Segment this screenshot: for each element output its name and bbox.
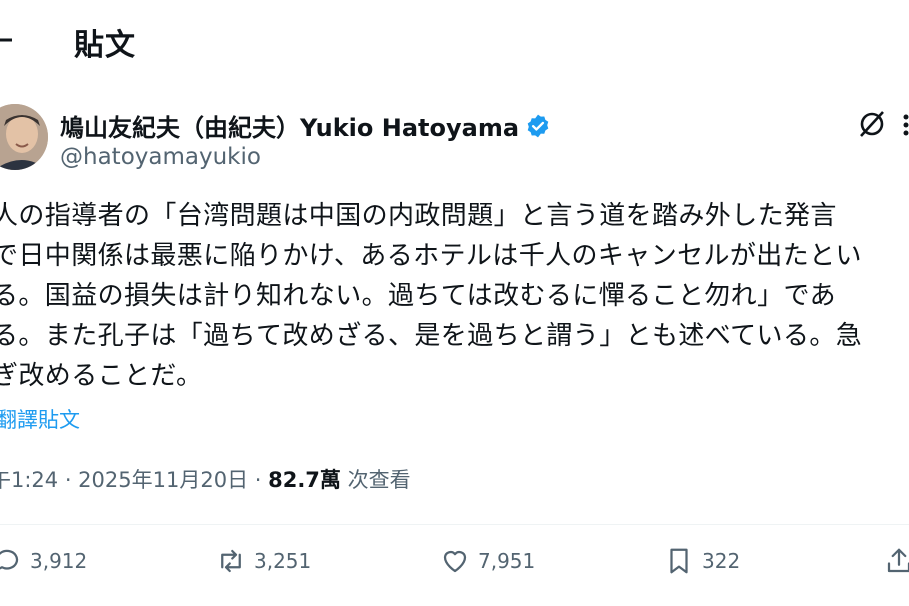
more-dots-icon	[903, 114, 909, 136]
post-text-line: る。また孔子は「過ちて改めざる、是を過ちと謂う」とも述べている。急	[0, 321, 863, 351]
views-count: 82.7萬	[268, 468, 341, 492]
grok-button[interactable]	[852, 104, 892, 144]
bookmark-count: 322	[702, 549, 741, 573]
repost-button[interactable]: 3,251	[216, 546, 311, 576]
post-timestamp[interactable]: 午1:24 · 2025年11月20日 ·	[0, 468, 268, 492]
author-handle[interactable]: @hatoyamayukio	[60, 144, 261, 170]
reply-count: 3,912	[30, 549, 88, 573]
translate-post-link[interactable]: 翻譯貼文	[0, 404, 80, 434]
post-text-line: ぎ改めることだ。	[0, 361, 203, 391]
repost-icon	[221, 549, 241, 573]
reply-icon	[0, 549, 19, 570]
like-count: 7,951	[478, 549, 536, 573]
avatar[interactable]	[0, 104, 48, 170]
post-text-line: る。国益の損失は計り知れない。過ちては改むるに憚ること勿れ」であ	[0, 281, 837, 311]
post-text-line: で日中関係は最悪に陥りかけ、あるホテルは千人のキャンセルが出たとい	[0, 241, 862, 271]
heart-icon	[443, 550, 467, 573]
author-name-row[interactable]: 鳩山友紀夫（由紀夫）Yukio Hatoyama	[60, 108, 551, 143]
arrow-left-icon	[0, 38, 12, 42]
like-button[interactable]: 7,951	[440, 546, 535, 576]
avatar-image	[0, 104, 48, 170]
more-options-button[interactable]	[896, 110, 909, 140]
reply-button[interactable]: 3,912	[0, 546, 87, 576]
page-title: 貼文	[74, 28, 136, 63]
post-text-line: 人の指導者の「台湾問題は中国の内政問題」と言う道を踏み外した発言	[0, 201, 837, 231]
verified-badge-icon	[527, 114, 549, 137]
share-icon	[887, 548, 909, 573]
grok-icon	[860, 111, 884, 137]
back-button[interactable]	[0, 20, 28, 60]
bookmark-icon	[670, 548, 688, 574]
post-meta: 午1:24 · 2025年11月20日 · 82.7萬 次查看	[0, 464, 411, 494]
views-label: 次查看	[340, 468, 411, 492]
divider	[0, 524, 909, 525]
bookmark-button[interactable]: 322	[664, 546, 740, 576]
author-name[interactable]: 鳩山友紀夫（由紀夫）Yukio Hatoyama	[60, 108, 519, 143]
repost-count: 3,251	[254, 549, 312, 573]
share-button[interactable]	[884, 546, 909, 576]
